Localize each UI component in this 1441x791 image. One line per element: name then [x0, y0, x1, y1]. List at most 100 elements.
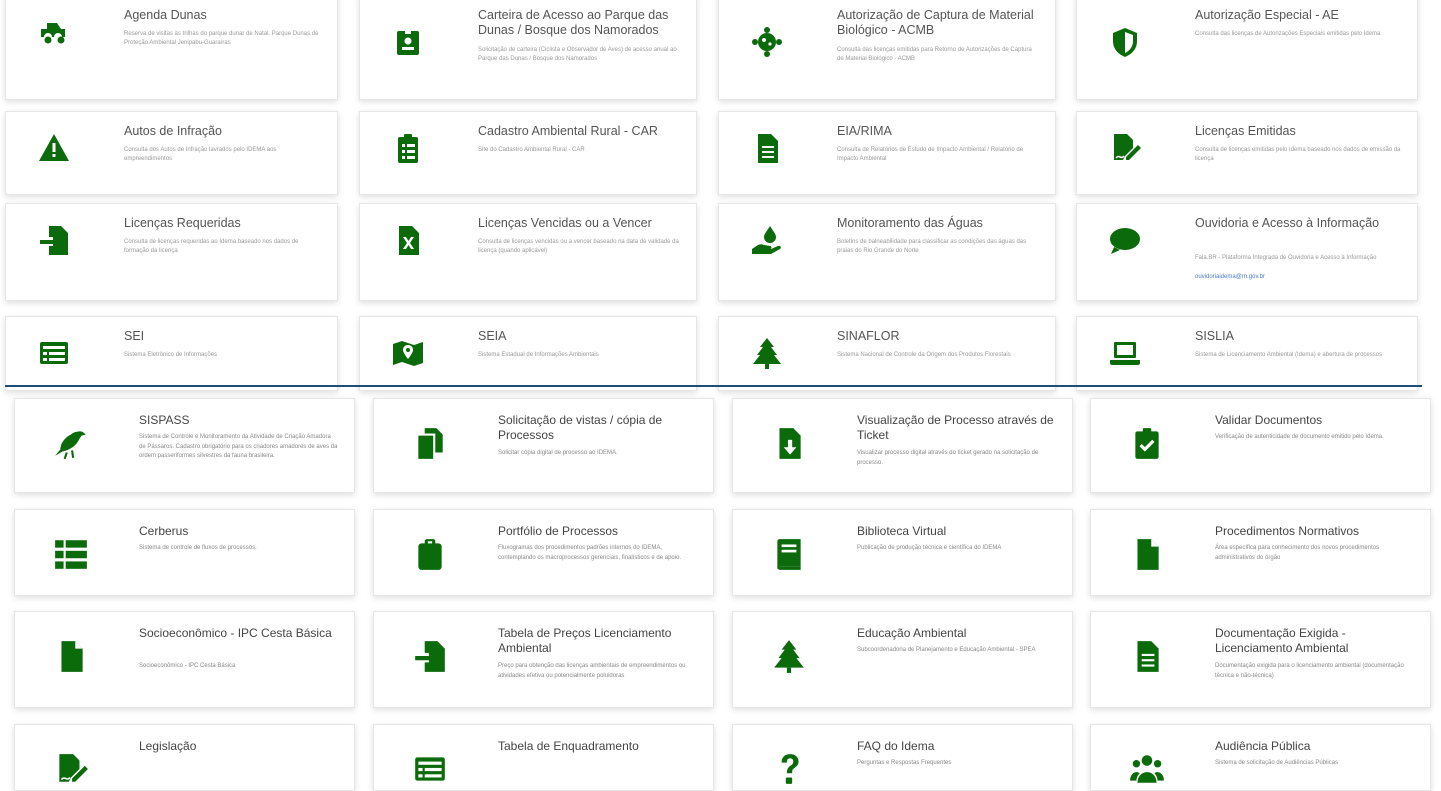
bottom-card-7[interactable]: Biblioteca Virtual Publicação de produção…	[732, 509, 1073, 596]
bottom-card-8[interactable]: Procedimentos Normativos Área específica …	[1090, 509, 1431, 596]
card-title[interactable]: Licenças Vencidas ou a Vencer	[478, 216, 680, 231]
card-title[interactable]: Biblioteca Virtual	[857, 524, 1056, 539]
crow-icon	[51, 423, 91, 463]
top-card-15[interactable]: SINAFLOR Sistema Nacional de Controle da …	[718, 316, 1056, 391]
card-description: Solicitar cópia digital de processo ao I…	[498, 450, 618, 456]
card-title[interactable]: EIA/RIMA	[837, 124, 1039, 139]
card-title[interactable]: Tabela de Enquadramento	[498, 739, 697, 754]
card-title[interactable]: Educação Ambiental	[857, 626, 1056, 641]
top-card-13[interactable]: SEI Sistema Eletrônico de Informações	[5, 316, 338, 391]
card-title[interactable]: Autos de Infração	[124, 124, 321, 139]
card-title[interactable]: Agenda Dunas	[124, 8, 321, 23]
top-card-14[interactable]: SEIA Sistema Estadual de Informações Ambi…	[359, 316, 697, 391]
file-import-icon	[410, 636, 450, 676]
virus-icon	[747, 22, 787, 62]
list-alt-icon	[410, 749, 450, 789]
card-title[interactable]: Legislação	[139, 739, 338, 754]
bottom-card-5[interactable]: Cerberus Sistema de controle de fluxos de…	[14, 509, 355, 596]
card-description: Reserva de visitas às trilhas do parque …	[124, 31, 319, 46]
card-title[interactable]: Tabela de Preços Licenciamento Ambiental	[498, 626, 697, 656]
card-title[interactable]: Autorização Especial - AE	[1195, 8, 1401, 23]
truck-icon	[34, 12, 74, 52]
top-card-1[interactable]: Agenda Dunas Reserva de visitas às trilha…	[5, 0, 338, 100]
comment-icon	[1105, 220, 1145, 260]
copy-icon	[410, 423, 450, 463]
bottom-card-14[interactable]: Tabela de Enquadramento	[373, 724, 714, 791]
card-title[interactable]: SISPASS	[139, 413, 338, 428]
section-separator	[5, 385, 1422, 387]
card-title[interactable]: Licenças Emitidas	[1195, 124, 1401, 139]
card-title[interactable]: Procedimentos Normativos	[1215, 524, 1414, 539]
bottom-card-15[interactable]: FAQ do Idema Perguntas e Respostas Freque…	[732, 724, 1073, 791]
card-title[interactable]: FAQ do Idema	[857, 739, 1056, 754]
card-title[interactable]: Ouvidoria e Acesso à Informação	[1195, 216, 1401, 231]
card-description: Sistema de Licenciamento Ambiental (Idem…	[1195, 352, 1383, 358]
file-import-icon	[34, 220, 74, 260]
card-description: Boletins de balneabilidade para classifi…	[837, 239, 1027, 254]
bottom-card-6[interactable]: Portfólio de Processos Fluxogramas dos pr…	[373, 509, 714, 596]
card-description: Socioeconômico - IPC Cesta Básica	[139, 663, 236, 669]
top-card-5[interactable]: Autos de Infração Consulta dos Autos de I…	[5, 111, 338, 195]
card-description: Verificação de autenticidade de document…	[1215, 434, 1384, 440]
top-card-9[interactable]: Licenças Requeridas Consulta de licenças …	[5, 203, 338, 301]
top-card-7[interactable]: EIA/RIMA Consulta de Relatórios de Estudo…	[718, 111, 1056, 195]
top-card-3[interactable]: Autorização de Captura de Material Bioló…	[718, 0, 1056, 100]
card-description: Consulta de Relatórios de Estudo de Impa…	[837, 147, 1024, 162]
bottom-card-2[interactable]: Solicitação de vistas / cópia de Process…	[373, 398, 714, 493]
bottom-card-12[interactable]: Documentação Exigida - Licenciamento Amb…	[1090, 611, 1431, 708]
top-card-16[interactable]: SISLIA Sistema de Licenciamento Ambiental…	[1076, 316, 1418, 391]
bottom-card-1[interactable]: SISPASS Sistema de Controle e Monitoramen…	[14, 398, 355, 493]
clipboard-list-icon	[388, 128, 428, 168]
card-description: Fluxogramas dos procedimentos padrões in…	[498, 545, 682, 561]
top-card-2[interactable]: Carteira de Acesso ao Parque das Dunas /…	[359, 0, 697, 100]
card-description: Sistema de controle de fluxos de process…	[139, 545, 257, 551]
bottom-card-4[interactable]: Validar Documentos Verificação de autenti…	[1090, 398, 1431, 493]
hand-water-icon	[747, 220, 787, 260]
card-title[interactable]: Socioeconômico - IPC Cesta Básica	[139, 626, 338, 641]
card-title[interactable]: Carteira de Acesso ao Parque das Dunas /…	[478, 8, 680, 38]
card-title[interactable]: Monitoramento das Águas	[837, 216, 1039, 231]
top-card-8[interactable]: Licenças Emitidas Consulta de licenças em…	[1076, 111, 1418, 195]
card-title[interactable]: Visualização de Processo através de Tick…	[857, 413, 1056, 443]
bottom-card-13[interactable]: Legislação	[14, 724, 355, 791]
top-card-10[interactable]: Licenças Vencidas ou a Vencer Consulta de…	[359, 203, 697, 301]
top-card-12[interactable]: Ouvidoria e Acesso à Informação Fala.BR -…	[1076, 203, 1418, 301]
top-card-6[interactable]: Cadastro Ambiental Rural - CAR Site do Ca…	[359, 111, 697, 195]
shield-icon	[1105, 22, 1145, 62]
file-text-icon	[1127, 636, 1167, 676]
card-title[interactable]: Solicitação de vistas / cópia de Process…	[498, 413, 697, 443]
bottom-card-11[interactable]: Educação Ambiental Subcoordenadoria de Pl…	[732, 611, 1073, 708]
bottom-card-3[interactable]: Visualização de Processo através de Tick…	[732, 398, 1073, 493]
bottom-card-9[interactable]: Socioeconômico - IPC Cesta Básica Socioec…	[14, 611, 355, 708]
card-title[interactable]: Licenças Requeridas	[124, 216, 321, 231]
file-signature-icon	[51, 749, 91, 789]
clipboard-check-icon	[1127, 423, 1167, 463]
card-title[interactable]: Audiência Pública	[1215, 739, 1414, 754]
bottom-card-16[interactable]: Audiência Pública Sistema de solicitação …	[1090, 724, 1431, 791]
top-card-4[interactable]: Autorização Especial - AE Consulta das li…	[1076, 0, 1418, 100]
card-description: Sistema de solicitação de Audiências Púb…	[1215, 760, 1339, 766]
card-title[interactable]: Documentação Exigida - Licenciamento Amb…	[1215, 626, 1414, 656]
file-icon	[51, 636, 91, 676]
card-title[interactable]: SEI	[124, 329, 321, 344]
card-title[interactable]: Cerberus	[139, 524, 338, 539]
card-description: Fala.BR - Plataforma Integrada de Ouvido…	[1195, 255, 1377, 261]
card-title[interactable]: Portfólio de Processos	[498, 524, 697, 539]
card-description: Consulta de licenças requeridas ao Idema…	[124, 239, 299, 254]
card-title[interactable]: SINAFLOR	[837, 329, 1039, 344]
card-title[interactable]: SEIA	[478, 329, 680, 344]
card-description: Consulta dos Autos de Infração lavrados …	[124, 147, 277, 162]
card-email-link[interactable]: ouvidoriaidema@rn.gov.br	[1195, 274, 1265, 280]
card-title[interactable]: SISLIA	[1195, 329, 1401, 344]
clipboard-icon	[410, 534, 450, 574]
list-alt-icon	[34, 333, 74, 373]
card-title[interactable]: Validar Documentos	[1215, 413, 1414, 428]
card-title[interactable]: Cadastro Ambiental Rural - CAR	[478, 124, 680, 139]
file-excel-icon	[388, 220, 428, 260]
card-description: Sistema Estadual de Informações Ambienta…	[478, 352, 599, 358]
card-description: Consulta das licenças de Autorizações Es…	[1195, 31, 1381, 37]
top-card-11[interactable]: Monitoramento das Águas Boletins de balne…	[718, 203, 1056, 301]
card-title[interactable]: Autorização de Captura de Material Bioló…	[837, 8, 1039, 38]
file-download-icon	[769, 423, 809, 463]
bottom-card-10[interactable]: Tabela de Preços Licenciamento Ambiental…	[373, 611, 714, 708]
